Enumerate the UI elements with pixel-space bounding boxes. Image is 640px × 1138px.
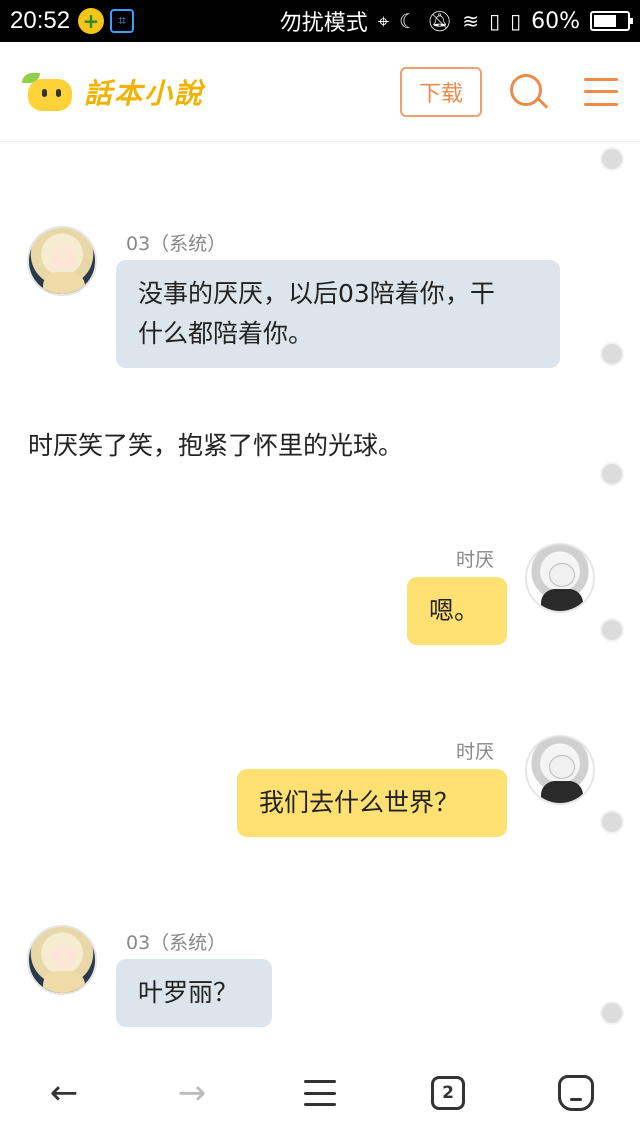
bubble-line: 嗯。	[429, 596, 480, 625]
do-not-disturb-label: 勿扰模式	[279, 11, 368, 36]
forward-arrow-icon[interactable]: →	[162, 1063, 222, 1123]
status-bar: 20:52 + ⌗ 勿扰模式 ⌖ ☾ 🔕︎ ≋ ▯ ▯ 60%	[0, 0, 640, 42]
comment-marker[interactable]	[600, 147, 624, 171]
search-icon[interactable]	[506, 70, 550, 114]
bubble-line: 我们去什么世界？	[259, 788, 460, 817]
back-arrow-icon[interactable]: ←	[34, 1063, 94, 1123]
tab-count: 2	[431, 1076, 465, 1110]
narration-text: 时厌笑了笑，抱紧了怀里的光球。	[28, 431, 404, 460]
app-logo[interactable]: 話本小說	[22, 69, 204, 115]
menu-icon[interactable]	[584, 77, 618, 106]
bubble-line: 什么都陪着你。	[138, 319, 314, 348]
menu-icon[interactable]	[290, 1063, 350, 1123]
app-header: 話本小說 下载	[0, 42, 640, 142]
avatar-system[interactable]	[27, 925, 97, 995]
location-icon: ⌖	[377, 9, 389, 33]
bubble-line: 没事的厌厌，以后03陪着你，干	[138, 279, 495, 308]
screenshot-icon: ⌗	[110, 9, 135, 33]
logo-icon	[22, 69, 76, 115]
comment-marker[interactable]	[600, 810, 624, 834]
avatar-shiyan[interactable]	[525, 543, 595, 613]
chat-bubble: 嗯。	[407, 577, 507, 645]
plus-app-icon: +	[78, 8, 105, 34]
comment-marker[interactable]	[600, 1001, 624, 1025]
moon-icon: ☾	[398, 9, 417, 33]
chat-bubble: 叶罗丽？	[116, 959, 272, 1027]
comment-marker[interactable]	[600, 462, 624, 486]
mute-bell-icon: 🔕︎	[426, 9, 453, 33]
bubble-line: 叶罗丽？	[138, 978, 239, 1007]
avatar-shiyan[interactable]	[525, 735, 595, 805]
avatar-system[interactable]	[27, 226, 97, 296]
logo-text: 話本小說	[84, 76, 205, 110]
comment-marker[interactable]	[600, 342, 624, 366]
chat-bubble: 我们去什么世界？	[237, 769, 507, 837]
sim2-icon: ▯	[510, 9, 522, 33]
sender-name: 时厌	[456, 549, 495, 571]
comment-marker[interactable]	[600, 618, 624, 642]
battery-percent: 60%	[531, 8, 580, 34]
status-time: 20:52	[10, 7, 71, 34]
sender-name: 03（系统）	[126, 233, 227, 255]
home-icon[interactable]	[546, 1063, 606, 1123]
battery-icon	[590, 11, 633, 31]
wifi-icon: ≋	[462, 9, 480, 33]
tabs-icon[interactable]: 2	[418, 1063, 478, 1123]
sender-name: 03（系统）	[126, 932, 227, 954]
sim-icon: ▯	[489, 9, 501, 33]
sender-name: 时厌	[456, 741, 495, 763]
chat-bubble: 没事的厌厌，以后03陪着你，干 什么都陪着你。	[116, 260, 560, 368]
download-button[interactable]: 下载	[400, 66, 482, 117]
browser-bottom-nav: ← → 2	[0, 1048, 640, 1138]
